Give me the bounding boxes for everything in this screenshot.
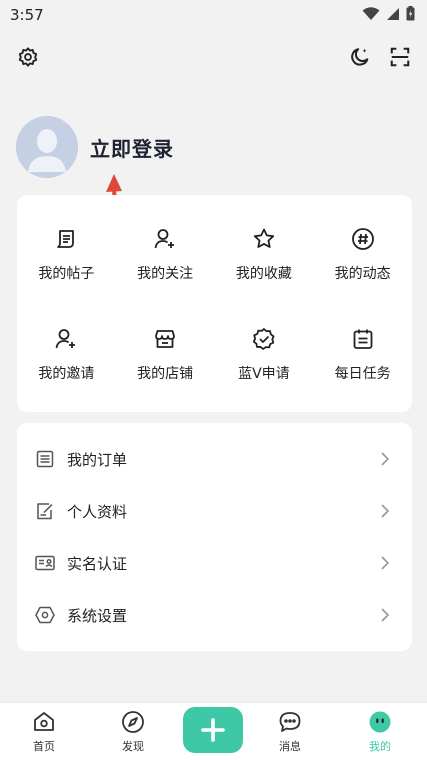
nav-mine-label: 我的 — [369, 740, 391, 753]
edit-profile-icon — [35, 501, 55, 521]
grid-item-label: 我的关注 — [137, 266, 194, 282]
wifi-icon — [362, 6, 380, 20]
nav-discover[interactable]: 发现 — [103, 709, 163, 754]
list-item-personal-info[interactable]: 个人资料 — [17, 485, 412, 537]
settings-hex-icon — [35, 605, 55, 625]
list-item-label: 实名认证 — [67, 554, 128, 573]
follow-user-icon — [151, 225, 179, 253]
grid-item-label: 每日任务 — [334, 366, 391, 382]
chat-bubble-icon — [277, 709, 303, 735]
list-item-label: 个人资料 — [67, 502, 128, 521]
avatar[interactable] — [16, 116, 78, 178]
top-bar — [0, 40, 427, 76]
list-item-label: 系统设置 — [67, 606, 128, 625]
chevron-right-icon — [381, 556, 390, 570]
feature-grid: 我的帖子 我的关注 我的收藏 我的动态 我的邀请 我的店铺 蓝V申请 每日任务 — [17, 195, 412, 395]
nav-home[interactable]: 首页 — [14, 709, 74, 754]
star-icon — [250, 225, 278, 253]
nav-messages[interactable]: 消息 — [260, 709, 320, 754]
create-post-button[interactable] — [183, 707, 243, 753]
login-link[interactable]: 立即登录 — [90, 133, 174, 162]
grid-item-my-invites[interactable]: 我的邀请 — [17, 295, 116, 395]
plus-icon — [201, 718, 225, 742]
nav-home-label: 首页 — [33, 740, 55, 753]
id-card-icon — [35, 553, 55, 573]
profile-face-icon — [367, 709, 393, 735]
list-item-system-settings[interactable]: 系统设置 — [17, 589, 412, 641]
nav-mine[interactable]: 我的 — [350, 709, 410, 754]
menu-list-card: 我的订单 个人资料 实名认证 系统设置 — [17, 423, 412, 651]
grid-item-label: 我的收藏 — [235, 266, 292, 282]
calendar-task-icon — [349, 325, 377, 353]
invite-user-icon — [52, 325, 80, 353]
nav-messages-label: 消息 — [279, 740, 301, 753]
order-icon — [35, 449, 55, 469]
chevron-right-icon — [381, 452, 390, 466]
list-item-real-name-verification[interactable]: 实名认证 — [17, 537, 412, 589]
battery-icon — [406, 6, 415, 21]
grid-item-daily-tasks[interactable]: 每日任务 — [313, 295, 412, 395]
dark-mode-moon-icon[interactable] — [347, 44, 373, 70]
signal-icon — [387, 7, 399, 20]
bottom-nav: 首页 发现 消息 我的 — [0, 702, 427, 760]
list-item-label: 我的订单 — [67, 450, 128, 469]
scan-icon[interactable] — [387, 44, 413, 70]
status-bar: 3:57 — [0, 0, 427, 30]
grid-item-my-favorites[interactable]: 我的收藏 — [215, 195, 314, 295]
grid-item-label: 我的动态 — [334, 266, 391, 282]
feature-grid-card: 我的帖子 我的关注 我的收藏 我的动态 我的邀请 我的店铺 蓝V申请 每日任务 — [17, 195, 412, 412]
status-time: 3:57 — [10, 6, 44, 24]
grid-item-label: 蓝V申请 — [238, 366, 290, 382]
hashtag-icon — [349, 225, 377, 253]
settings-gear-icon[interactable] — [15, 44, 41, 70]
home-icon — [31, 709, 57, 735]
list-item-my-orders[interactable]: 我的订单 — [17, 433, 412, 485]
post-icon — [52, 225, 80, 253]
grid-item-my-posts[interactable]: 我的帖子 — [17, 195, 116, 295]
store-icon — [151, 325, 179, 353]
compass-icon — [120, 709, 146, 735]
chevron-right-icon — [381, 504, 390, 518]
grid-item-my-store[interactable]: 我的店铺 — [116, 295, 215, 395]
chevron-right-icon — [381, 608, 390, 622]
verified-badge-icon — [250, 325, 278, 353]
grid-item-label: 我的帖子 — [38, 266, 95, 282]
grid-item-my-follows[interactable]: 我的关注 — [116, 195, 215, 295]
profile-section[interactable]: 立即登录 — [16, 116, 174, 178]
grid-item-my-activity[interactable]: 我的动态 — [313, 195, 412, 295]
status-icons — [362, 6, 415, 21]
grid-item-label: 我的邀请 — [38, 366, 95, 382]
grid-item-blue-v-apply[interactable]: 蓝V申请 — [215, 295, 314, 395]
nav-discover-label: 发现 — [122, 740, 144, 753]
grid-item-label: 我的店铺 — [137, 366, 194, 382]
